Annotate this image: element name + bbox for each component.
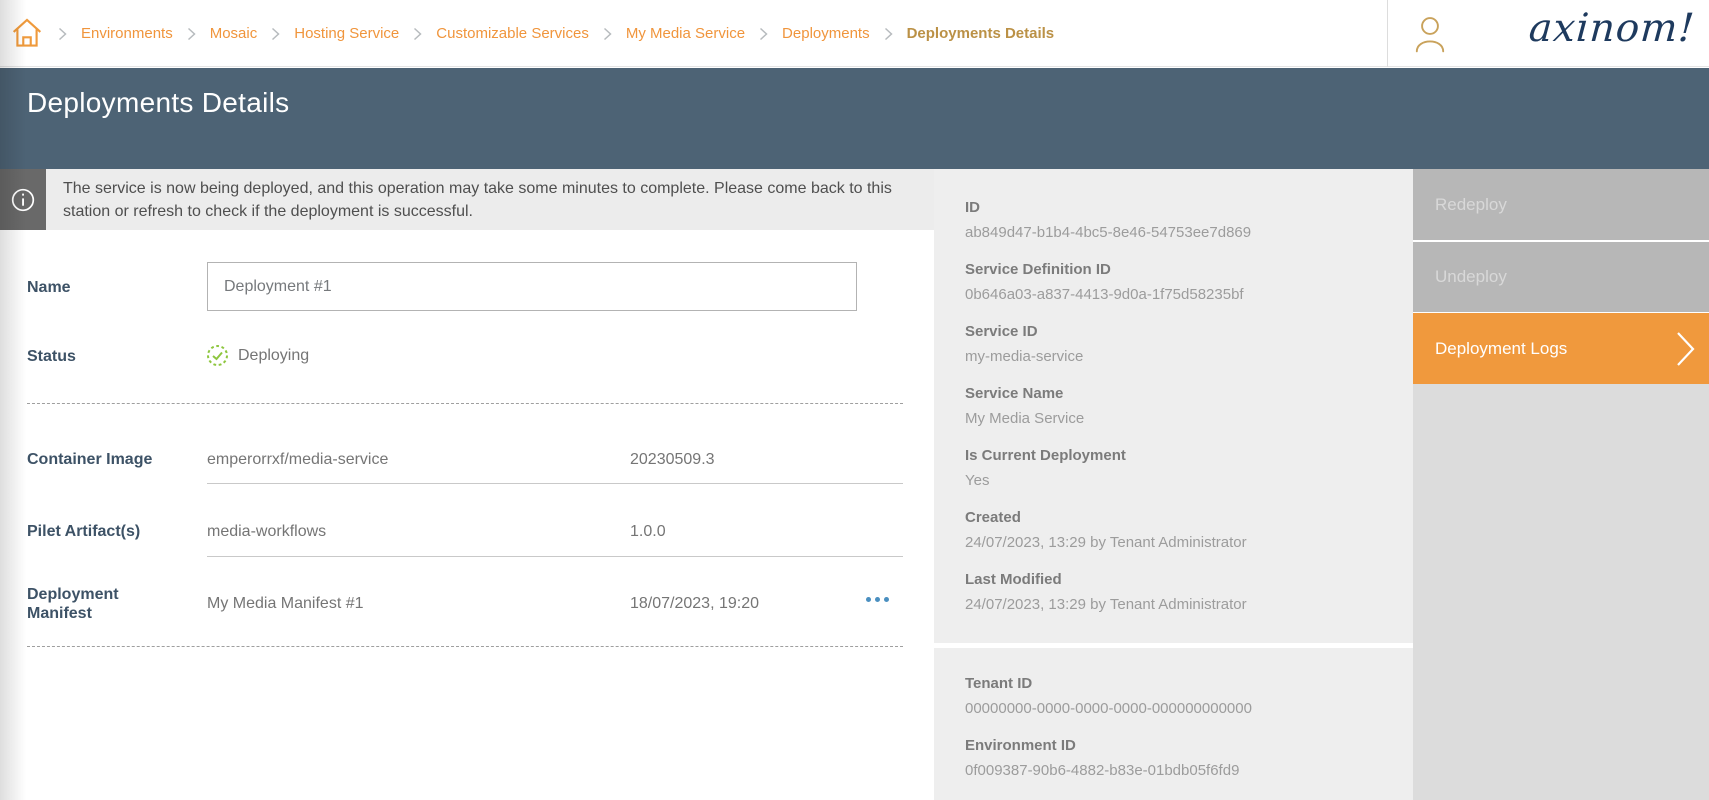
detail-field-created: Created 24/07/2023, 13:29 by Tenant Admi… [965,509,1389,552]
details-panel: ID ab849d47-b1b4-4bc5-8e46-54753ee7d869 … [934,169,1413,643]
breadcrumb-item-deployments[interactable]: Deployments [782,25,870,42]
detail-value: Yes [965,472,1389,490]
detail-label: Tenant ID [965,675,1389,693]
detail-value: ab849d47-b1b4-4bc5-8e46-54753ee7d869 [965,224,1389,242]
chevron-right-icon [884,27,893,41]
detail-value: My Media Service [965,410,1389,428]
topbar-divider [1387,0,1388,67]
detail-label: ID [965,199,1389,217]
detail-value: 00000000-0000-0000-0000-000000000000 [965,700,1389,718]
page-title: Deployments Details [27,87,289,119]
name-label: Name [27,279,71,297]
detail-value: 24/07/2023, 13:29 by Tenant Administrato… [965,596,1389,614]
container-image-value: emperorrxf/media-service [207,451,388,469]
deployment-logs-label: Deployment Logs [1435,339,1567,359]
chevron-right-icon [413,27,422,41]
pilet-artifacts-label: Pilet Artifact(s) [27,523,140,541]
detail-field-service-name: Service Name My Media Service [965,385,1389,428]
pilet-artifacts-version: 1.0.0 [630,523,666,541]
dashed-separator [27,403,903,404]
detail-value: 0f009387-90b6-4882-b83e-01bdb05f6fd9 [965,762,1389,780]
status-value: Deploying [238,347,309,365]
axinom-logo: axinom! [1527,6,1696,51]
detail-field-environment-id: Environment ID 0f009387-90b6-4882-b83e-0… [965,737,1389,780]
redeploy-button[interactable]: Redeploy [1413,169,1709,240]
dashed-separator [27,646,903,647]
detail-label: Environment ID [965,737,1389,755]
banner-message: The service is now being deployed, and t… [63,177,908,223]
name-input[interactable] [207,262,857,311]
details-panel-secondary: Tenant ID 00000000-0000-0000-0000-000000… [934,648,1413,800]
detail-label: Service ID [965,323,1389,341]
chevron-right-icon [187,27,196,41]
chevron-right-icon [58,27,67,41]
deployment-manifest-timestamp: 18/07/2023, 19:20 [630,595,759,613]
ellipsis-icon[interactable] [852,586,902,612]
chevron-right-icon [759,27,768,41]
info-icon [0,169,46,230]
detail-value: 0b646a03-a837-4413-9d0a-1f75d58235bf [965,286,1389,304]
breadcrumb-item-hosting-service[interactable]: Hosting Service [294,25,399,42]
home-icon[interactable] [11,17,43,49]
detail-value: my-media-service [965,348,1389,366]
deployment-manifest-value: My Media Manifest #1 [207,595,364,613]
chevron-right-icon [271,27,280,41]
user-icon[interactable] [1413,16,1447,54]
row-separator [207,483,903,484]
status-row: Deploying [206,344,309,367]
detail-label: Service Definition ID [965,261,1389,279]
detail-label: Last Modified [965,571,1389,589]
breadcrumb-current-page: Deployments Details [907,25,1055,42]
breadcrumb: Environments Mosaic Hosting Service Cust… [58,0,1054,67]
page-header: Deployments Details [0,68,1709,169]
detail-field-service-definition-id: Service Definition ID 0b646a03-a837-4413… [965,261,1389,304]
detail-field-is-current-deployment: Is Current Deployment Yes [965,447,1389,490]
breadcrumb-item-customizable-services[interactable]: Customizable Services [436,25,589,42]
breadcrumb-item-mosaic[interactable]: Mosaic [210,25,258,42]
undeploy-button[interactable]: Undeploy [1413,242,1709,312]
deployment-manifest-label: Deployment Manifest [27,585,152,623]
breadcrumb-item-my-media-service[interactable]: My Media Service [626,25,745,42]
detail-label: Service Name [965,385,1389,403]
detail-field-last-modified: Last Modified 24/07/2023, 13:29 by Tenan… [965,571,1389,614]
detail-label: Created [965,509,1389,527]
deployment-info-banner: The service is now being deployed, and t… [46,169,934,230]
container-image-version: 20230509.3 [630,451,715,469]
detail-value: 24/07/2023, 13:29 by Tenant Administrato… [965,534,1389,552]
chevron-right-icon [1676,331,1696,367]
dashed-circle-check-icon [206,344,229,367]
status-label: Status [27,348,76,366]
container-image-label: Container Image [27,451,152,469]
pilet-artifacts-value: media-workflows [207,523,326,541]
detail-field-service-id: Service ID my-media-service [965,323,1389,366]
chevron-right-icon [603,27,612,41]
actions-column-background [1413,384,1709,800]
deployment-logs-button[interactable]: Deployment Logs [1413,313,1709,384]
row-separator [207,556,903,557]
breadcrumb-item-environments[interactable]: Environments [81,25,173,42]
detail-field-tenant-id: Tenant ID 00000000-0000-0000-0000-000000… [965,675,1389,718]
detail-field-id: ID ab849d47-b1b4-4bc5-8e46-54753ee7d869 [965,199,1389,242]
top-bar: Environments Mosaic Hosting Service Cust… [0,0,1709,67]
detail-label: Is Current Deployment [965,447,1389,465]
